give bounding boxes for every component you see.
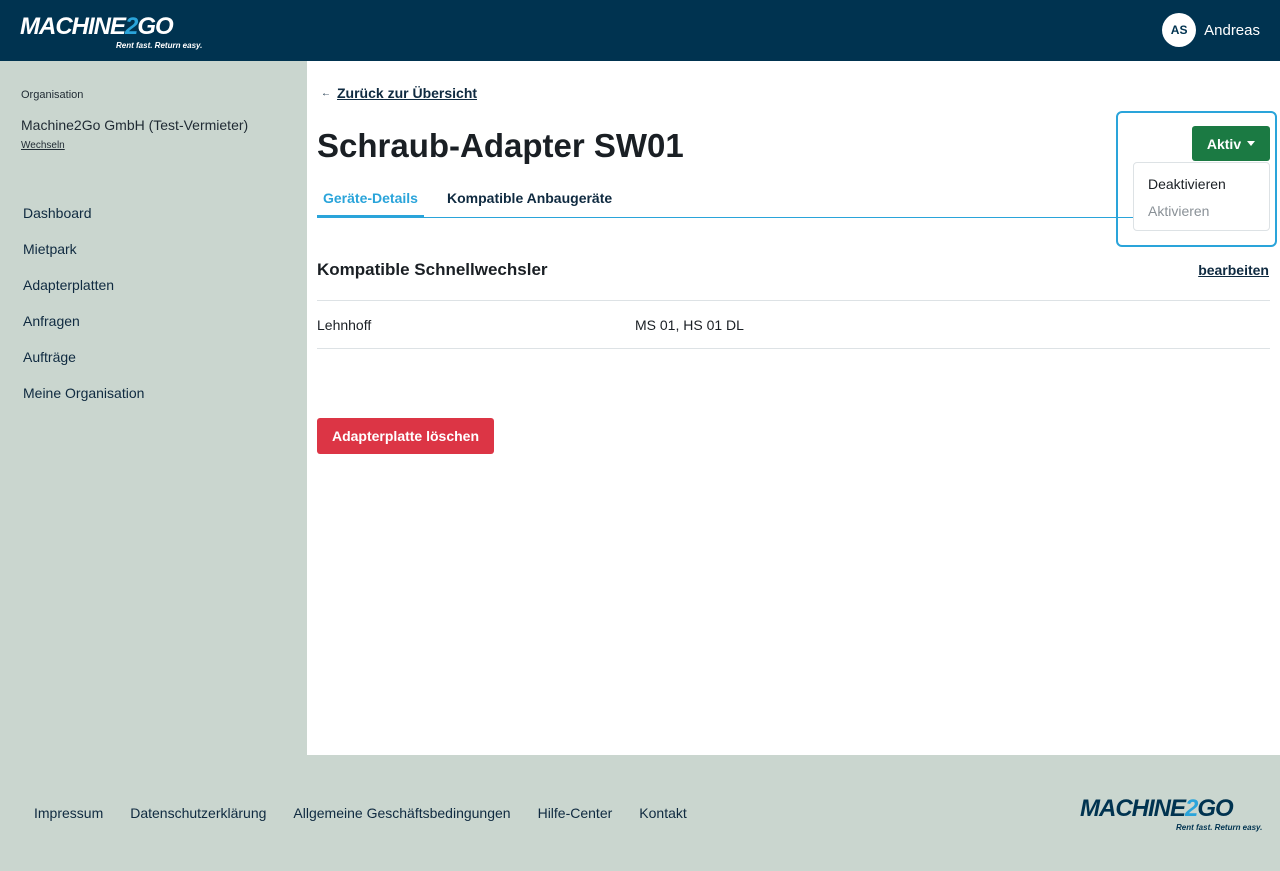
- caret-down-icon: [1247, 141, 1256, 146]
- footer-link-datenschutz[interactable]: Datenschutzerklärung: [130, 805, 266, 821]
- back-link-label[interactable]: Zurück zur Übersicht: [337, 85, 477, 101]
- footer-logo-tagline: Rent fast. Return easy.: [1176, 823, 1263, 832]
- row-value: MS 01, HS 01 DL: [635, 317, 744, 333]
- footer-link-agb[interactable]: Allgemeine Geschäftsbedingungen: [293, 805, 510, 821]
- tab-geraete-details[interactable]: Geräte-Details: [317, 184, 424, 218]
- back-link[interactable]: ← Zurück zur Übersicht: [321, 85, 477, 101]
- menu-item-deaktivieren[interactable]: Deaktivieren: [1148, 176, 1226, 192]
- machine2go-logo[interactable]: MACHINE2GO Rent fast. Return easy.: [20, 13, 203, 53]
- section-title: Kompatible Schnellwechsler: [317, 260, 548, 279]
- sidebar-item-anfragen[interactable]: Anfragen: [23, 311, 144, 347]
- footer: Impressum Datenschutzerklärung Allgemein…: [0, 755, 1280, 871]
- organisation-switch-link[interactable]: Wechseln: [21, 140, 65, 151]
- footer-link-hilfe-center[interactable]: Hilfe-Center: [538, 805, 613, 821]
- footer-logo: MACHINE2GO Rent fast. Return easy.: [1080, 795, 1263, 835]
- user-menu[interactable]: AS Andreas: [1162, 13, 1260, 47]
- row-key: Lehnhoff: [317, 317, 372, 333]
- page-title: Schraub-Adapter SW01: [317, 127, 684, 164]
- table-row: Lehnhoff MS 01, HS 01 DL: [317, 300, 1270, 349]
- logo-tagline: Rent fast. Return easy.: [116, 41, 203, 50]
- status-label: Aktiv: [1206, 135, 1242, 152]
- sidebar-item-mietpark[interactable]: Mietpark: [23, 239, 144, 275]
- sidebar-nav: Dashboard Mietpark Adapterplatten Anfrag…: [23, 203, 144, 419]
- arrow-left-icon: ←: [321, 87, 331, 99]
- organisation-name: Machine2Go GmbH (Test-Vermieter): [21, 117, 249, 133]
- user-avatar[interactable]: AS: [1162, 13, 1197, 47]
- footer-links: Impressum Datenschutzerklärung Allgemein…: [34, 805, 687, 821]
- footer-link-kontakt[interactable]: Kontakt: [639, 805, 686, 821]
- menu-item-aktivieren: Aktivieren: [1148, 203, 1210, 219]
- edit-link[interactable]: bearbeiten: [1198, 262, 1269, 278]
- footer-logo-wordmark: MACHINE2GO: [1080, 795, 1234, 822]
- sidebar-item-meine-organisation[interactable]: Meine Organisation: [23, 383, 144, 419]
- tab-kompatible-anbaugeraete[interactable]: Kompatible Anbaugeräte: [441, 184, 618, 218]
- sidebar-item-dashboard[interactable]: Dashboard: [23, 203, 144, 239]
- top-navbar: MACHINE2GO Rent fast. Return easy. AS An…: [0, 0, 1280, 61]
- delete-adapter-button[interactable]: Adapterplatte löschen: [317, 418, 494, 454]
- sidebar: Organisation Machine2Go GmbH (Test-Vermi…: [0, 61, 307, 755]
- sidebar-item-adapterplatten[interactable]: Adapterplatten: [23, 275, 144, 311]
- status-dropdown-button[interactable]: Aktiv: [1192, 126, 1270, 161]
- status-dropdown-menu: Deaktivieren Aktivieren: [1133, 162, 1270, 231]
- user-name[interactable]: Andreas: [1204, 22, 1260, 39]
- footer-link-impressum[interactable]: Impressum: [34, 805, 103, 821]
- sidebar-item-auftraege[interactable]: Aufträge: [23, 347, 144, 383]
- organisation-label: Organisation: [21, 89, 84, 101]
- logo-wordmark: MACHINE2GO: [20, 13, 174, 40]
